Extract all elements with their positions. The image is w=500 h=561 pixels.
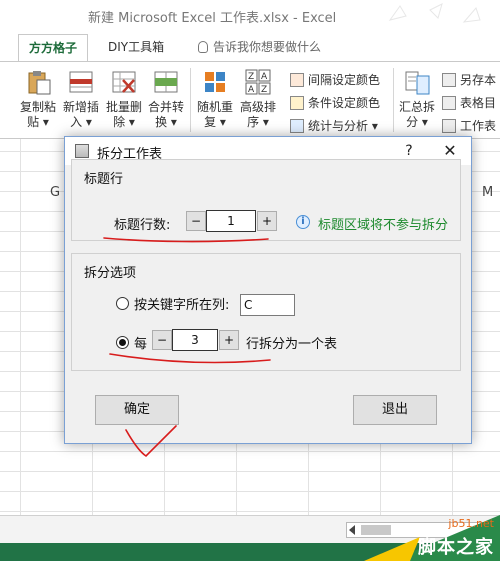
sort-az-icon: Z AA Z	[245, 69, 271, 95]
every-rows-input[interactable]: 3	[172, 329, 218, 351]
ribbon-separator	[393, 68, 394, 132]
column-header-m[interactable]: M	[482, 185, 493, 200]
clipboard-icon	[28, 71, 51, 95]
header-group-title: 标题行	[84, 172, 124, 187]
interval-color-label: 间隔设定颜色	[308, 73, 381, 87]
info-icon: i	[296, 215, 310, 229]
insert-rows-icon	[69, 71, 93, 93]
directory-icon	[442, 96, 456, 110]
lightbulb-icon	[198, 41, 208, 53]
stats-analysis-button[interactable]: 统计与分析 ▾	[290, 118, 378, 134]
every-label: 每	[134, 337, 148, 352]
header-rows-plus-button[interactable]: +	[257, 211, 277, 231]
watermark-site: jb51.net	[448, 517, 494, 530]
dialog-app-icon	[75, 144, 89, 158]
insert-label-1: 新增插	[62, 100, 99, 114]
column-header-g[interactable]: G	[50, 185, 60, 200]
every-rows-suffix: 行拆分为一个表	[246, 337, 338, 352]
merge-label-2: 换 ▾	[155, 115, 177, 129]
ribbon-separator	[190, 68, 191, 132]
split-worksheet-dialog: 拆分工作表 ? ✕ 标题行 标题行数: − 1 + i 标题区域将不参与拆分 拆…	[64, 136, 472, 444]
advanced-sort-button[interactable]: ZAAZ 高级排 序 ▾	[238, 68, 278, 130]
advanced-sort-label-2: 序 ▾	[247, 115, 269, 129]
watermark: jb51.net 脚本之家	[350, 515, 500, 561]
insert-button[interactable]: 新增插 入 ▾	[61, 68, 101, 130]
watermark-name: 脚本之家	[418, 537, 494, 558]
advanced-sort-label-1: 高级排	[239, 100, 276, 114]
insert-label-2: 入 ▾	[70, 115, 92, 129]
every-rows-minus-button[interactable]: −	[152, 330, 172, 350]
merge-convert-button[interactable]: 合并转 换 ▾	[146, 68, 186, 130]
merge-cells-icon	[154, 71, 178, 93]
worksheet-button[interactable]: 工作表	[442, 118, 496, 134]
ok-button[interactable]: 确定	[95, 395, 179, 425]
sheet-directory-button[interactable]: 表格目	[442, 95, 496, 111]
keyword-column-input[interactable]: C	[240, 294, 295, 316]
split-group-title: 拆分选项	[84, 266, 137, 281]
worksheet-label: 工作表	[460, 119, 497, 133]
ribbon: 复制粘 贴 ▾ 新增插 入 ▾ 批量删 除 ▾ 合并转 换 ▾ 随机重 复 ▾ …	[0, 61, 500, 139]
merge-label-1: 合并转	[147, 100, 184, 114]
close-button[interactable]: ✕	[439, 141, 461, 161]
condition-color-button[interactable]: 条件设定颜色	[290, 95, 380, 111]
help-button[interactable]: ?	[399, 141, 419, 161]
summary-split-label-2: 分 ▾	[406, 115, 428, 129]
random-label-2: 复 ▾	[204, 115, 226, 129]
random-repeat-button[interactable]: 随机重 复 ▾	[195, 68, 235, 130]
random-blocks-icon	[205, 72, 225, 92]
decorative-pattern-icon	[388, 3, 481, 23]
radio-every-n-rows[interactable]	[116, 336, 129, 349]
interval-color-button[interactable]: 间隔设定颜色	[290, 72, 380, 88]
copy-paste-button[interactable]: 复制粘 贴 ▾	[18, 68, 58, 130]
batch-delete-button[interactable]: 批量删 除 ▾	[104, 68, 144, 130]
header-info-text: 标题区域将不参与拆分	[318, 218, 449, 233]
exit-button[interactable]: 退出	[353, 395, 437, 425]
tab-fangfang[interactable]: 方方格子	[18, 34, 89, 62]
save-icon	[442, 73, 456, 87]
header-rows-label: 标题行数:	[114, 218, 171, 233]
condition-color-icon	[290, 96, 304, 110]
tell-me-label: 告诉我你想要做什么	[213, 40, 322, 54]
stats-label: 统计与分析 ▾	[308, 119, 378, 133]
copy-paste-label-2: 贴 ▾	[27, 115, 49, 129]
summary-split-button[interactable]: 汇总拆 分 ▾	[397, 68, 437, 130]
svg-text:Z: Z	[261, 85, 267, 95]
header-rows-input[interactable]: 1	[206, 210, 256, 232]
batch-delete-label-2: 除 ▾	[113, 115, 135, 129]
stats-icon	[290, 119, 304, 133]
radio-by-keyword-column[interactable]	[116, 297, 129, 310]
tell-me-search[interactable]: 告诉我你想要做什么	[188, 34, 331, 62]
header-rows-minus-button[interactable]: −	[186, 211, 206, 231]
interval-color-icon	[290, 73, 304, 87]
delete-grid-icon	[112, 71, 136, 93]
save-as-label: 另存本	[460, 73, 497, 87]
random-label-1: 随机重	[196, 100, 233, 114]
window-titlebar: 新建 Microsoft Excel 工作表.xlsx - Excel	[0, 0, 500, 30]
keyword-column-label: 按关键字所在列:	[134, 298, 230, 313]
save-as-button[interactable]: 另存本	[442, 72, 496, 88]
summary-split-icon	[405, 71, 430, 95]
split-options-group: 拆分选项 按关键字所在列: C 每 − 3 + 行拆分为一个表	[71, 253, 461, 371]
tab-diy-toolbox[interactable]: DIY工具箱	[98, 34, 174, 62]
batch-delete-label-1: 批量删	[105, 100, 142, 114]
svg-text:A: A	[248, 85, 255, 95]
window-title: 新建 Microsoft Excel 工作表.xlsx - Excel	[88, 11, 337, 26]
sheet-directory-label: 表格目	[460, 96, 497, 110]
copy-paste-label-1: 复制粘	[19, 100, 56, 114]
worksheet-icon	[442, 119, 456, 133]
every-rows-plus-button[interactable]: +	[219, 330, 239, 350]
svg-text:Z: Z	[248, 72, 254, 82]
svg-text:A: A	[261, 72, 268, 82]
header-rows-group: 标题行 标题行数: − 1 + i 标题区域将不参与拆分	[71, 159, 461, 241]
condition-color-label: 条件设定颜色	[308, 96, 381, 110]
ribbon-tabs: 方方格子 DIY工具箱 告诉我你想要做什么	[0, 34, 500, 62]
summary-split-label-1: 汇总拆	[398, 100, 435, 114]
